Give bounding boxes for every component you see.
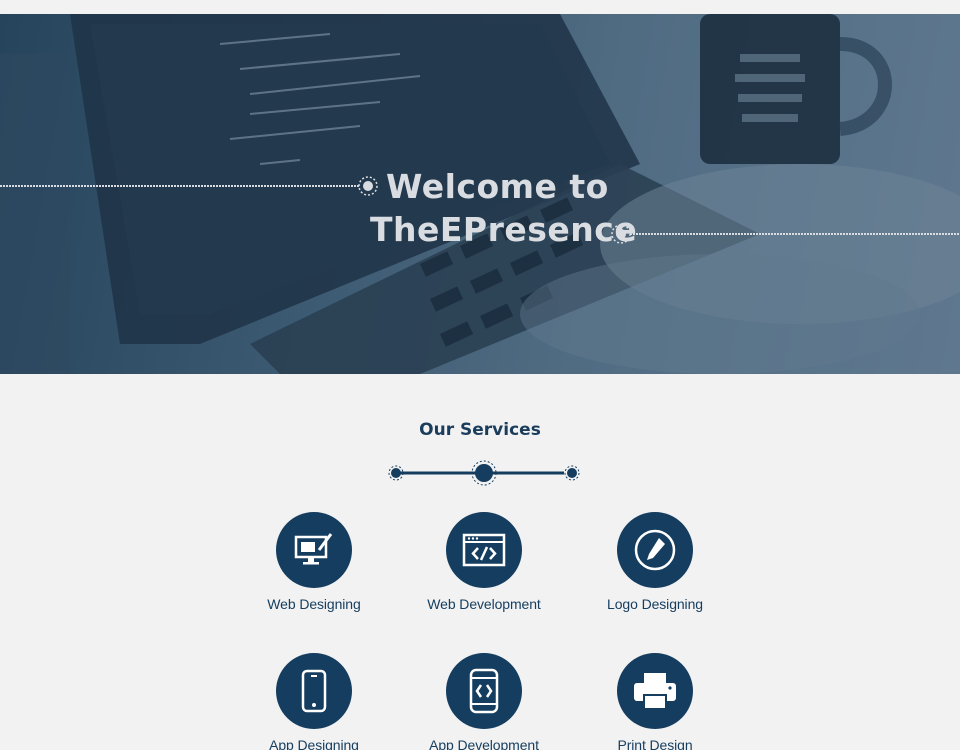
code-window-icon (446, 512, 522, 588)
service-logo-designing[interactable]: Logo Designing (575, 512, 735, 622)
smartphone-icon (276, 653, 352, 729)
service-web-designing[interactable]: Web Designing (234, 512, 394, 622)
printer-icon (617, 653, 693, 729)
service-app-designing[interactable]: App Designing (234, 653, 394, 750)
top-strip (0, 0, 960, 14)
service-print-design[interactable]: Print Design (575, 653, 735, 750)
service-app-development[interactable]: App Development (404, 653, 564, 750)
service-label: Web Designing (267, 596, 361, 612)
hero-heading-line-1: Welcome to (386, 167, 609, 206)
service-label: App Development (429, 737, 539, 750)
phone-code-icon (446, 653, 522, 729)
service-label: Print Design (617, 737, 693, 750)
hero-heading-line-2: TheEPresence (370, 210, 638, 249)
services-heading: Our Services (419, 420, 541, 440)
service-web-development[interactable]: Web Development (404, 512, 564, 622)
hero-banner: Welcome to TheEPresence (0, 14, 960, 374)
monitor-brush-icon (276, 512, 352, 588)
hero-heading: Welcome to TheEPresence (0, 14, 960, 374)
services-divider (388, 460, 580, 486)
service-label: Logo Designing (607, 596, 703, 612)
pen-nib-icon (617, 512, 693, 588)
service-label: Web Development (427, 596, 541, 612)
service-label: App Designing (269, 737, 359, 750)
